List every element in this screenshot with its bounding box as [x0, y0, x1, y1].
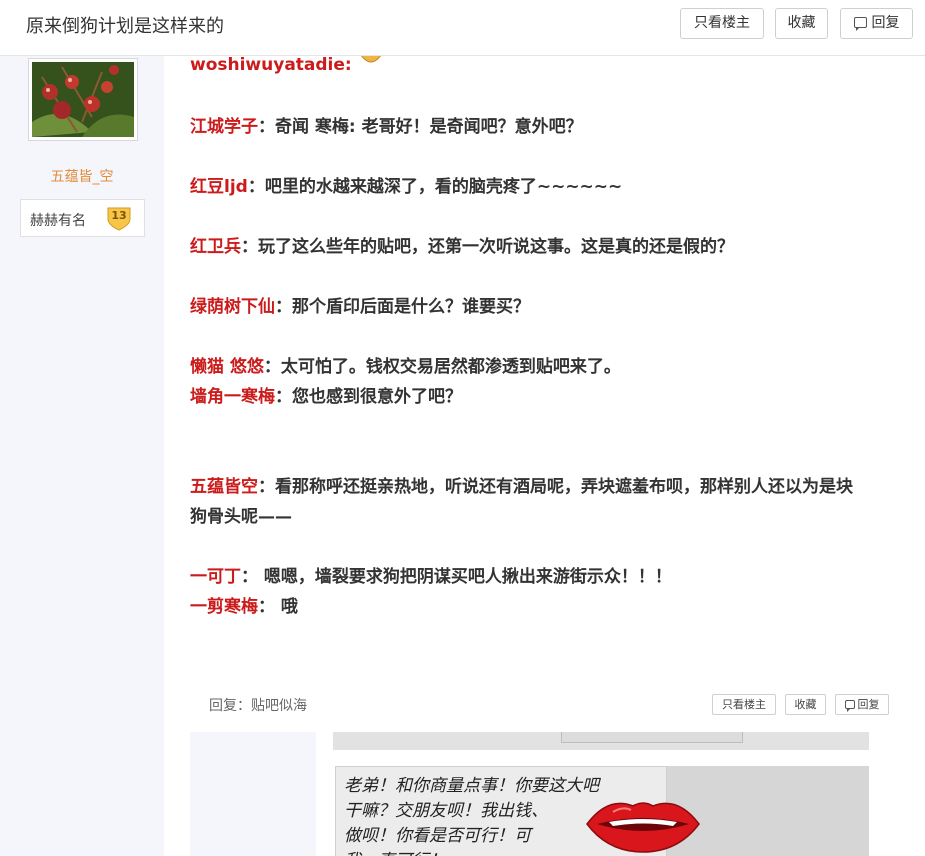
commenter-name: 五蕴皆空	[190, 477, 258, 497]
avatar-image	[32, 62, 134, 137]
commenter-name: 红豆ljd	[190, 177, 248, 197]
avatar[interactable]	[28, 58, 138, 141]
handwriting-line: 做呗！你看是否可行！可	[344, 826, 531, 846]
embedded-reply-button: 回复	[835, 694, 889, 715]
post-line: 绿荫树下仙：那个盾印后面是什么？谁要买？	[190, 297, 530, 317]
post-line: 五蕴皆空：看那称呼还挺亲热地，听说还有酒局呢，弄块遮羞布呗，那样别人还以为是块	[190, 477, 853, 497]
comment-text: 哦	[275, 597, 298, 617]
embedded-reply-icon	[844, 700, 855, 712]
commenter-name: 一剪寒梅	[190, 597, 258, 617]
comment-text: 嗯嗯，墙裂要求狗把阴谋买吧人揪出来游街示众！！！	[258, 567, 672, 587]
comment-text: 奇闻 寒梅: 老哥好！是奇闻吧？意外吧？	[275, 117, 583, 137]
post-line: 红卫兵：玩了这么些年的贴吧，还第一次听说这事。这是真的还是假的？	[190, 237, 734, 257]
commenter-name: 一可丁	[190, 567, 241, 587]
post-line: 江城学子：奇闻 寒梅: 老哥好！是奇闻吧？意外吧？	[190, 117, 583, 137]
author-username[interactable]: 五蕴皆_空	[0, 166, 164, 186]
reply-icon	[853, 17, 867, 31]
handwriting-line: 我一直可行！	[344, 846, 446, 856]
embedded-only-author-button: 只看楼主	[712, 694, 776, 715]
commenter-name: 江城学子	[190, 117, 258, 137]
commenter-name: 绿荫树下仙	[190, 297, 275, 317]
reply-button-label: 回复	[871, 15, 900, 31]
thread-header: 原来倒狗计划是这样来的 只看楼主 收藏 回复	[0, 0, 925, 56]
commenter-name: 墙角一寒梅	[190, 387, 275, 407]
comment-text: 那个盾印后面是什么？谁要买？	[292, 297, 530, 317]
post-line: 狗骨头呢——	[190, 502, 292, 527]
author-level[interactable]: 赫赫有名 13	[20, 199, 145, 237]
embedded-title: 回复：贴吧似海	[209, 698, 307, 714]
post-line: 一可丁： 嗯嗯，墙裂要求狗把阴谋买吧人揪出来游街示众！！！	[190, 567, 672, 587]
comment-text: 吧里的水越来越深了，看的脑壳疼了~~~~~~	[264, 177, 623, 197]
embedded-sidebar	[190, 732, 316, 856]
comment-text: 狗骨头呢——	[190, 507, 292, 527]
comment-text: 您也感到很意外了吧？	[292, 387, 462, 407]
lips-icon	[586, 802, 700, 853]
author-sidebar: 五蕴皆_空 赫赫有名 13	[0, 56, 164, 856]
embedded-favorite-button: 收藏	[785, 694, 826, 715]
handwriting-line: 老弟！和你商量点事！你要这大吧	[344, 776, 599, 796]
comment-text: 看那称呼还挺亲热地，听说还有酒局呢，弄块遮羞布呗，那样别人还以为是块	[275, 477, 853, 497]
thread-title: 原来倒狗计划是这样来的	[26, 16, 224, 37]
handwriting-line: 干嘛？交朋友呗！我出钱、	[344, 801, 548, 821]
embedded-screenshot[interactable]: 回复：贴吧似海 只看楼主 收藏 回复 老弟！和你商量点事！你要这大吧 干嘛？交朋…	[190, 686, 890, 856]
reply-button[interactable]: 回复	[840, 8, 913, 39]
post-line: 一剪寒梅： 哦	[190, 597, 298, 617]
level-name: 赫赫有名	[30, 213, 86, 229]
only-author-button[interactable]: 只看楼主	[680, 8, 764, 39]
post-line: 懒猫 悠悠：太可怕了。钱权交易居然都渗透到贴吧来了。	[190, 357, 621, 377]
level-number: 13	[111, 209, 127, 222]
comment-text: 玩了这么些年的贴吧，还第一次听说这事。这是真的还是假的？	[258, 237, 734, 257]
commenter-name: 红卫兵	[190, 237, 241, 257]
level-badge: 13	[105, 205, 133, 231]
embedded-grey-band	[333, 732, 869, 750]
comment-text: 太可怕了。钱权交易居然都渗透到贴吧来了。	[280, 357, 621, 377]
post-line: 红豆ljd：吧里的水越来越深了，看的脑壳疼了~~~~~~	[190, 177, 623, 197]
favorite-button[interactable]: 收藏	[775, 8, 828, 39]
post-line: 墙角一寒梅：您也感到很意外了吧？	[190, 387, 462, 407]
commenter-name: 懒猫 悠悠	[190, 357, 264, 377]
